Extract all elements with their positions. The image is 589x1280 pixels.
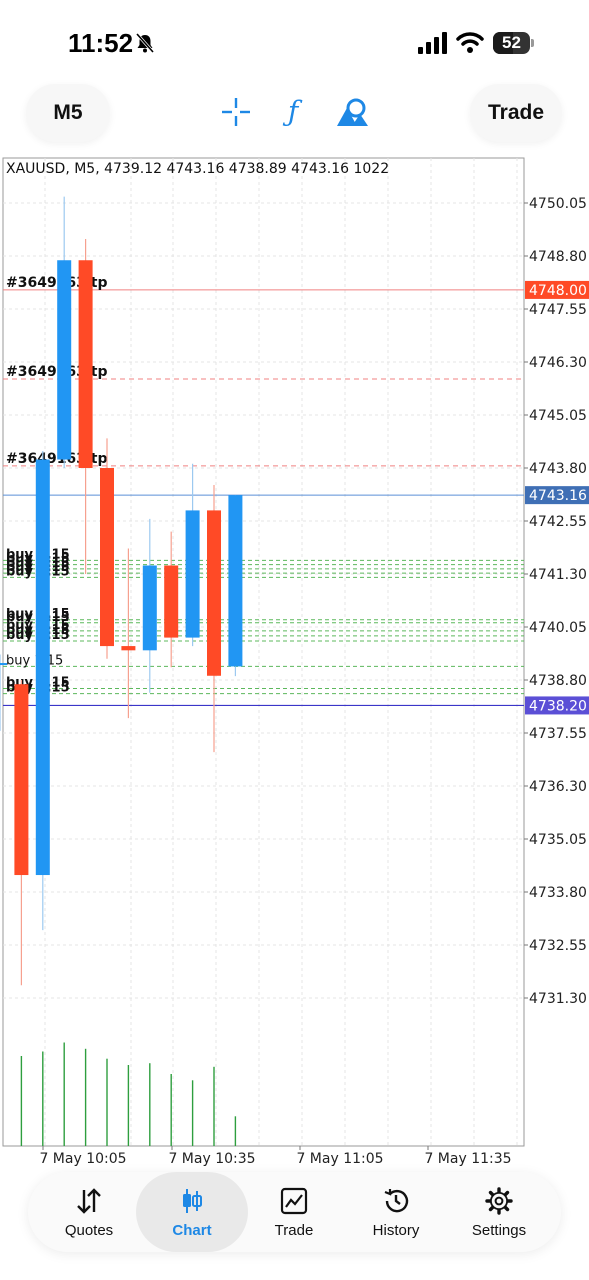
tab-trade[interactable]: Trade xyxy=(241,1172,347,1252)
shapes-icon[interactable] xyxy=(334,94,370,130)
buy-line-label: buy 1.15 xyxy=(6,653,63,668)
candle-body xyxy=(207,510,221,676)
y-tick-label: 4745.05 xyxy=(529,408,587,424)
tab-settings[interactable]: Settings xyxy=(446,1172,552,1252)
y-tick-label: 4748.80 xyxy=(529,249,587,265)
candle-body xyxy=(228,495,243,667)
x-tick-label: 7 May 10:35 xyxy=(168,1151,255,1167)
y-tick-label: 4732.55 xyxy=(529,938,587,954)
tab-label: Quotes xyxy=(64,1221,114,1239)
battery-icon: 52 xyxy=(493,32,535,54)
chart-canvas[interactable]: 4750.05 4748.80 4747.55 4746.30 4745.05 4743.… xyxy=(0,156,589,1172)
y-tick-label: 4735.05 xyxy=(529,832,587,848)
bell-muted-icon xyxy=(134,32,156,54)
timeframe-button[interactable]: M5 xyxy=(26,84,110,142)
crosshair-icon[interactable] xyxy=(218,94,254,130)
candle-body xyxy=(164,565,179,638)
y-tick-label: 4747.55 xyxy=(529,302,587,318)
gear-icon xyxy=(485,1186,513,1215)
price-tag-label: 4743.16 xyxy=(529,488,587,504)
battery-level: 52 xyxy=(502,33,521,52)
x-tick-label: 7 May 10:05 xyxy=(39,1151,126,1167)
y-tick-label: 4742.55 xyxy=(529,514,587,530)
status-bar: 11:52 52 xyxy=(0,0,589,80)
trend-icon xyxy=(280,1187,308,1214)
y-tick-label: 4750.05 xyxy=(529,196,587,212)
y-tick-label: 4746.30 xyxy=(529,355,587,371)
candle-body xyxy=(35,459,50,876)
y-tick-label: 4736.30 xyxy=(529,779,587,795)
y-tick-label: 4737.55 xyxy=(529,726,587,742)
price-chart[interactable]: 4750.05 4748.80 4747.55 4746.30 4745.05 4743.… xyxy=(0,156,589,1172)
candle-body xyxy=(0,663,7,666)
y-tick-label: 4741.30 xyxy=(529,567,587,583)
tab-history[interactable]: History xyxy=(343,1172,449,1252)
y-tick-label: 4731.30 xyxy=(529,991,587,1007)
y-tick-label: 4740.05 xyxy=(529,620,587,636)
y-tick-label: 4738.80 xyxy=(529,673,587,689)
bottom-tab-bar: Quotes Chart Trade History Settings xyxy=(28,1172,561,1252)
wifi-icon xyxy=(456,30,484,54)
x-tick-label: 7 May 11:35 xyxy=(424,1151,511,1167)
tab-label: History xyxy=(372,1221,420,1239)
tab-label: Chart xyxy=(172,1221,212,1239)
candle-body xyxy=(78,260,93,468)
y-tick-label: 4733.80 xyxy=(529,885,587,901)
candle-body xyxy=(100,468,114,647)
function-icon[interactable]: ƒ xyxy=(275,94,311,130)
candle-body xyxy=(185,510,200,638)
history-icon xyxy=(384,1188,409,1212)
candles-icon xyxy=(183,1188,202,1213)
chart-toolbar: M5 ƒ Trade xyxy=(0,80,589,156)
price-tag-label: 4748.00 xyxy=(529,283,587,299)
candle-body xyxy=(57,260,72,460)
candle-body xyxy=(14,684,29,876)
tab-chart[interactable]: Chart xyxy=(136,1172,248,1252)
trade-button[interactable]: Trade xyxy=(470,84,562,142)
candle-body xyxy=(121,646,136,651)
tab-quotes[interactable]: Quotes xyxy=(36,1172,142,1252)
arrows-updown-icon xyxy=(77,1187,101,1214)
x-tick-label: 7 May 11:05 xyxy=(296,1151,383,1167)
price-tag-label: 4738.20 xyxy=(529,698,587,714)
chart-info-line: XAUUSD, M5, 4739.12 4743.16 4738.89 4743… xyxy=(6,161,390,177)
candle-body xyxy=(142,565,157,651)
cellular-signal-icon xyxy=(418,32,448,54)
tab-label: Trade xyxy=(274,1221,314,1239)
tab-label: Settings xyxy=(471,1221,527,1239)
status-time: 11:52 xyxy=(68,28,134,58)
y-tick-label: 4743.80 xyxy=(529,461,587,477)
